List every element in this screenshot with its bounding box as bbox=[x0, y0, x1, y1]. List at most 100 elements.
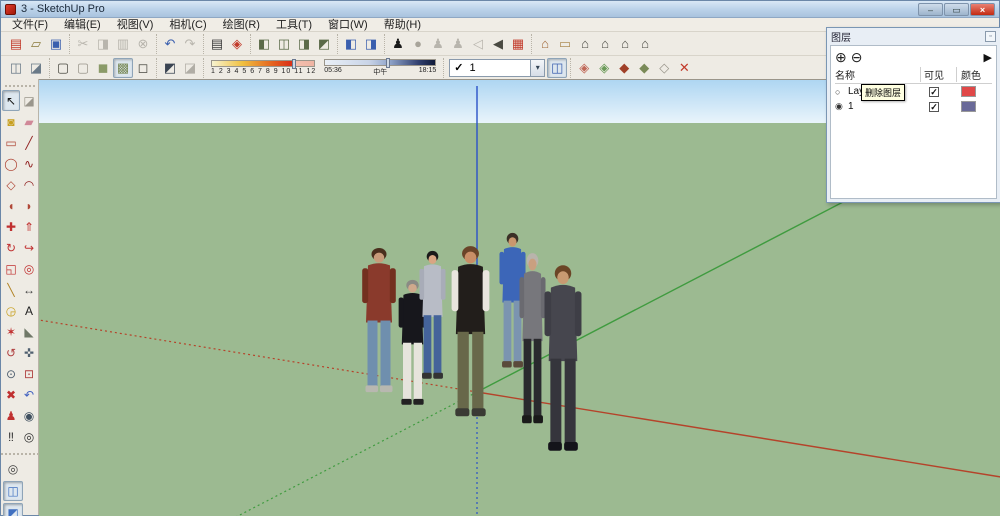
sail-dark-icon[interactable]: ◀ bbox=[488, 34, 508, 54]
circle-tool[interactable]: ◯ bbox=[2, 153, 20, 174]
make-component-icon[interactable]: ◧ bbox=[254, 34, 274, 54]
month-slider-thumb[interactable] bbox=[292, 59, 296, 69]
scale-tool[interactable]: ◱ bbox=[2, 258, 20, 279]
push-pull-tool[interactable]: ⇑ bbox=[20, 216, 38, 237]
copy-icon[interactable]: ◨ bbox=[93, 34, 113, 54]
arc2-tool[interactable]: ◗ bbox=[20, 195, 38, 216]
time-slider-thumb[interactable] bbox=[386, 58, 390, 68]
position-camera-tool[interactable]: ♟ bbox=[2, 405, 20, 426]
layer-combo[interactable]: ✓ 1 ▾ bbox=[449, 59, 545, 77]
red-grid-icon[interactable]: ▦ bbox=[508, 34, 528, 54]
layer-color-swatch[interactable] bbox=[961, 101, 976, 112]
xray-style-icon[interactable]: ◫ bbox=[6, 58, 26, 78]
layer-active-radio[interactable] bbox=[835, 87, 845, 97]
rectangle-tool[interactable]: ▭ bbox=[2, 132, 20, 153]
textured-style-icon[interactable]: ▩ bbox=[113, 58, 133, 78]
menu-item[interactable]: 窗口(W) bbox=[321, 18, 375, 31]
figures-grey2-icon[interactable]: ♟ bbox=[448, 34, 468, 54]
view-back-icon[interactable]: ⌂ bbox=[615, 34, 635, 54]
zoom-extents-tool[interactable]: ✖ bbox=[2, 384, 20, 405]
layer-color-swatch[interactable] bbox=[961, 86, 976, 97]
restore-button[interactable]: ▭ bbox=[944, 3, 969, 16]
delete-icon[interactable]: ⊗ bbox=[133, 34, 153, 54]
red-solid-icon[interactable]: ◆ bbox=[614, 58, 634, 78]
green-plane-icon[interactable]: ◈ bbox=[594, 58, 614, 78]
shadow-toggle-icon[interactable]: ◪ bbox=[180, 58, 200, 78]
figures-dark-icon[interactable]: ♟ bbox=[388, 34, 408, 54]
print-icon[interactable]: ▤ bbox=[207, 34, 227, 54]
3d-text-tool[interactable]: ◣ bbox=[20, 321, 38, 342]
move-tool[interactable]: ✚ bbox=[2, 216, 20, 237]
column-header-visible[interactable]: 可见 bbox=[921, 67, 957, 82]
eraser-cube-tool[interactable]: ◪ bbox=[20, 90, 38, 111]
arc-tool[interactable]: ◠ bbox=[20, 174, 38, 195]
offset-tool[interactable]: ◎ bbox=[20, 258, 38, 279]
orbit-tool[interactable]: ↺ bbox=[2, 342, 20, 363]
pie-tool[interactable]: ◖ bbox=[2, 195, 20, 216]
layer-manager-button[interactable]: ◫ bbox=[547, 58, 567, 78]
menu-item[interactable]: 编辑(E) bbox=[57, 18, 108, 31]
back-edges-style-icon[interactable]: ◪ bbox=[26, 58, 46, 78]
view-top-icon[interactable]: ▭ bbox=[555, 34, 575, 54]
text-tool[interactable]: A bbox=[20, 300, 38, 321]
new-icon[interactable]: ▤ bbox=[6, 34, 26, 54]
menu-item[interactable]: 相机(C) bbox=[162, 18, 213, 31]
eraser-tool[interactable]: ▰ bbox=[20, 111, 38, 132]
olive-solid-icon[interactable]: ◆ bbox=[634, 58, 654, 78]
component-attrs-icon[interactable]: ◨ bbox=[294, 34, 314, 54]
model-info-icon[interactable]: ◈ bbox=[227, 34, 247, 54]
undo-icon[interactable]: ↶ bbox=[160, 34, 180, 54]
zoom-window-tool[interactable]: ⊡ bbox=[20, 363, 38, 384]
freehand-tool[interactable]: ∿ bbox=[20, 153, 38, 174]
previous-view-tool[interactable]: ↶ bbox=[20, 384, 38, 405]
layer-visible-checkbox[interactable] bbox=[929, 87, 939, 97]
cut-icon[interactable]: ✂ bbox=[73, 34, 93, 54]
grey-solid-icon[interactable]: ◇ bbox=[654, 58, 674, 78]
walk-tool[interactable]: ‼ bbox=[2, 426, 20, 447]
column-header-name[interactable]: 名称 bbox=[835, 67, 921, 82]
redo-icon[interactable]: ↷ bbox=[180, 34, 200, 54]
view-front-icon[interactable]: ⌂ bbox=[575, 34, 595, 54]
shadow-time-slider[interactable]: 05:36 中午 18:15 bbox=[324, 59, 436, 77]
dimension-tool[interactable]: ↔ bbox=[20, 279, 38, 300]
add-layer-button[interactable]: ⊕ bbox=[835, 50, 847, 64]
red-plane-icon[interactable]: ◈ bbox=[574, 58, 594, 78]
rotate-tool[interactable]: ↻ bbox=[2, 237, 20, 258]
layer-active-radio[interactable] bbox=[835, 101, 845, 112]
section-cut-tool[interactable]: ◩ bbox=[3, 503, 23, 516]
close-button[interactable]: × bbox=[970, 3, 995, 16]
panel-collapse-button[interactable]: ▫ bbox=[985, 31, 996, 42]
paste-icon[interactable]: ▥ bbox=[113, 34, 133, 54]
crosshair-tool[interactable]: ◎ bbox=[3, 459, 23, 479]
tape-measure-tool[interactable]: ╲ bbox=[2, 279, 20, 300]
zoom-tool[interactable]: ⊙ bbox=[2, 363, 20, 384]
component-options-icon[interactable]: ◫ bbox=[274, 34, 294, 54]
turn-tool[interactable]: ◎ bbox=[20, 426, 38, 447]
view-left-icon[interactable]: ⌂ bbox=[635, 34, 655, 54]
layer-row[interactable]: 1 bbox=[835, 99, 992, 114]
save-icon[interactable]: ▣ bbox=[46, 34, 66, 54]
paint-bucket-tool[interactable]: ◙ bbox=[2, 111, 20, 132]
view-right-icon[interactable]: ⌂ bbox=[595, 34, 615, 54]
hidden-line-style-icon[interactable]: ▢ bbox=[73, 58, 93, 78]
figures-grey1-icon[interactable]: ♟ bbox=[428, 34, 448, 54]
menu-item[interactable]: 工具(T) bbox=[269, 18, 319, 31]
axes-tool[interactable]: ✶ bbox=[2, 321, 20, 342]
view-iso-icon[interactable]: ⌂ bbox=[535, 34, 555, 54]
line-tool[interactable]: ╱ bbox=[20, 132, 38, 153]
polygon-tool[interactable]: ◇ bbox=[2, 174, 20, 195]
time-slider-track[interactable] bbox=[324, 59, 436, 66]
wireframe-style-icon[interactable]: ▢ bbox=[53, 58, 73, 78]
section-plane-tool[interactable]: ◫ bbox=[3, 481, 23, 501]
menu-item[interactable]: 文件(F) bbox=[5, 18, 55, 31]
layer-row[interactable]: Layer0 bbox=[835, 84, 992, 99]
blue-box2-icon[interactable]: ◨ bbox=[361, 34, 381, 54]
sail-grey-icon[interactable]: ◁ bbox=[468, 34, 488, 54]
component-browser-icon[interactable]: ◩ bbox=[314, 34, 334, 54]
menu-item[interactable]: 绘图(R) bbox=[216, 18, 267, 31]
minimize-button[interactable]: – bbox=[918, 3, 943, 16]
pan-tool[interactable]: ✜ bbox=[20, 342, 38, 363]
menu-item[interactable]: 帮助(H) bbox=[377, 18, 428, 31]
protractor-tool[interactable]: ◶ bbox=[2, 300, 20, 321]
layer-visible-checkbox[interactable] bbox=[929, 102, 939, 112]
